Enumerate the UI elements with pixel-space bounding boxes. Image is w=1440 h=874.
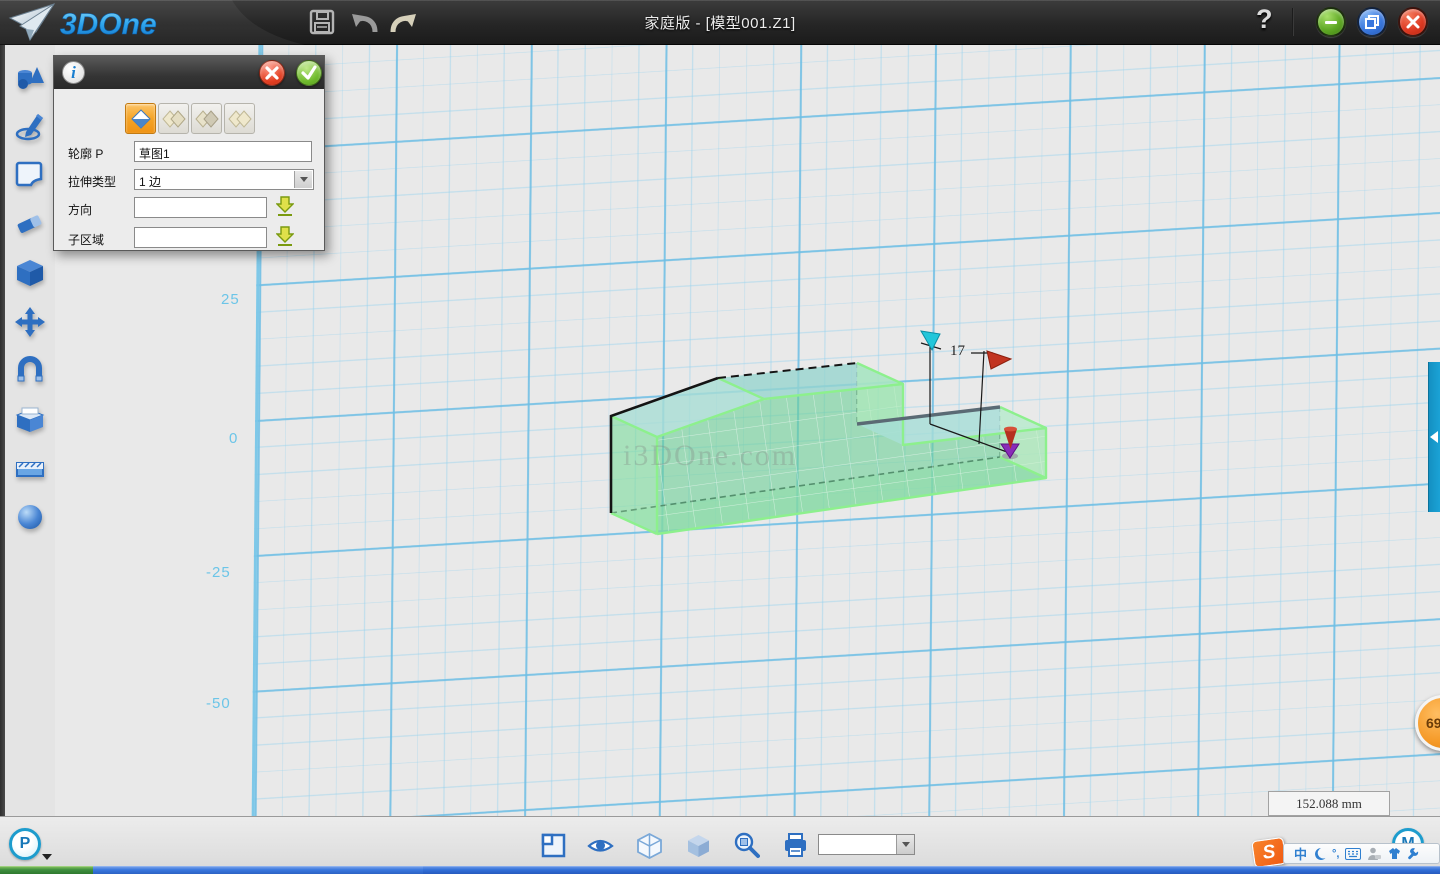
collapsed-panel-tab[interactable]	[1428, 362, 1440, 512]
direction-pick-button[interactable]	[276, 195, 294, 217]
confirm-check-icon	[300, 64, 318, 82]
profile-value: 草图1	[139, 147, 170, 161]
extrude-mode-tab-4[interactable]	[224, 103, 255, 134]
viewport-layout-button[interactable]	[540, 832, 567, 859]
print-button[interactable]	[782, 832, 809, 859]
cancel-x-icon	[264, 65, 280, 81]
taskbar-edge-strip	[0, 866, 1440, 874]
brand-text: 3DOne	[60, 8, 157, 41]
direction-label: 方向	[68, 201, 92, 218]
wrench-icon	[1408, 847, 1421, 860]
notification-count: 69	[1426, 715, 1440, 731]
double-diamond-icon	[162, 109, 186, 129]
extrude-dialog: i 轮廓 P 草图1 拉伸类型 1 边	[53, 55, 325, 251]
extrude-type-label: 拉伸类型	[68, 173, 116, 190]
visibility-button[interactable]	[587, 832, 614, 859]
diamond-icon	[130, 108, 152, 130]
moon-icon	[1313, 847, 1326, 860]
subregion-input[interactable]	[134, 227, 267, 248]
minimize-icon	[1323, 14, 1339, 30]
ime-skin-button[interactable]	[1387, 847, 1402, 860]
ime-keyboard-button[interactable]	[1345, 848, 1361, 860]
magnet-tool[interactable]	[14, 355, 46, 387]
direction-input[interactable]	[134, 197, 267, 218]
extrude-mode-tab-2[interactable]	[158, 103, 189, 134]
tool-sidebar	[0, 45, 55, 816]
minimize-button[interactable]	[1316, 7, 1346, 37]
double-diamond-icon	[228, 109, 252, 129]
special-shape-tool[interactable]	[14, 404, 46, 436]
ime-fullwidth-toggle[interactable]	[1313, 847, 1326, 860]
profile-label: 轮廓 P	[68, 145, 103, 162]
close-button[interactable]	[1398, 7, 1428, 37]
ime-mode-toggle[interactable]: 中	[1294, 844, 1307, 863]
sketch-plane-tool[interactable]	[14, 158, 46, 190]
plane-mode-letter: P	[20, 835, 31, 852]
material-sphere-tool[interactable]	[14, 501, 46, 533]
person-icon	[1367, 847, 1381, 860]
tshirt-icon	[1387, 847, 1402, 860]
erase-tool[interactable]	[14, 208, 46, 240]
ime-settings-button[interactable]	[1408, 847, 1421, 860]
window-title: 家庭版 - [模型001.Z1]	[644, 12, 795, 33]
view-select[interactable]	[818, 834, 915, 855]
extrude-type-select[interactable]: 1 边	[134, 169, 314, 190]
dialog-cancel-button[interactable]	[259, 60, 285, 86]
view-select-dropdown-button[interactable]	[896, 835, 914, 854]
dimension-flag-red[interactable]	[987, 351, 1011, 369]
app-logo: 3DOne	[8, 2, 198, 44]
plane-mode-badge[interactable]: P	[9, 828, 41, 860]
extrude-type-value: 1 边	[139, 175, 161, 189]
dialog-confirm-button[interactable]	[296, 60, 322, 86]
help-button[interactable]: ?	[1256, 4, 1273, 35]
restore-button[interactable]	[1357, 7, 1387, 37]
ime-logo-letter: S	[1261, 841, 1276, 864]
restore-icon	[1364, 14, 1380, 30]
dimension-value: 17	[950, 343, 966, 359]
move-tool[interactable]	[14, 306, 46, 338]
sketch-tool[interactable]	[14, 110, 46, 142]
chevron-down-icon	[300, 177, 308, 182]
zoom-button[interactable]	[733, 832, 760, 859]
extrude-mode-tab-3[interactable]	[191, 103, 222, 134]
panel-expand-arrow-icon	[1430, 431, 1438, 443]
double-diamond-icon	[195, 109, 219, 129]
solid-tool[interactable]	[14, 257, 46, 289]
select-dropdown-button[interactable]	[294, 171, 312, 188]
save-button[interactable]	[308, 8, 336, 36]
ime-bar: 中 °,	[1283, 843, 1440, 864]
dialog-header[interactable]: i	[54, 56, 324, 89]
wireframe-display-button[interactable]	[636, 832, 663, 859]
taskbar-start-segment	[0, 866, 93, 874]
primitives-tool[interactable]	[14, 62, 46, 94]
measurement-value: 152.088 mm	[1296, 796, 1362, 811]
titlebar-divider	[1292, 8, 1294, 36]
chevron-down-icon	[902, 842, 910, 847]
watermark-text: i3DOne.com	[623, 439, 797, 472]
redo-button[interactable]	[390, 8, 418, 36]
shaded-display-button[interactable]	[685, 832, 712, 859]
sidebar-edge	[0, 45, 5, 816]
paper-plane-icon	[10, 4, 54, 40]
taskbar-segment	[93, 866, 423, 874]
ime-punctuation-toggle[interactable]: °,	[1332, 848, 1339, 860]
info-icon[interactable]: i	[62, 61, 85, 84]
profile-input[interactable]: 草图1	[134, 141, 312, 162]
close-icon	[1405, 14, 1421, 30]
extrude-mode-tab-1[interactable]	[125, 103, 156, 134]
title-bar: 3DOne 家庭版 - [模型001.Z1] ?	[0, 0, 1440, 45]
plane-mode-caret[interactable]	[41, 853, 53, 861]
taskbar-segment	[423, 866, 1440, 874]
section-tool[interactable]	[14, 453, 46, 485]
subregion-pick-button[interactable]	[276, 225, 294, 247]
ime-account-button[interactable]	[1367, 847, 1381, 860]
undo-button[interactable]	[350, 8, 378, 36]
ime-logo[interactable]: S	[1251, 837, 1286, 868]
keyboard-icon	[1345, 848, 1361, 860]
status-bar: P M S	[0, 816, 1440, 866]
measurement-readout: 152.088 mm	[1268, 791, 1390, 816]
extrude-handle-cyan[interactable]	[921, 331, 940, 350]
subregion-label: 子区域	[68, 231, 104, 248]
